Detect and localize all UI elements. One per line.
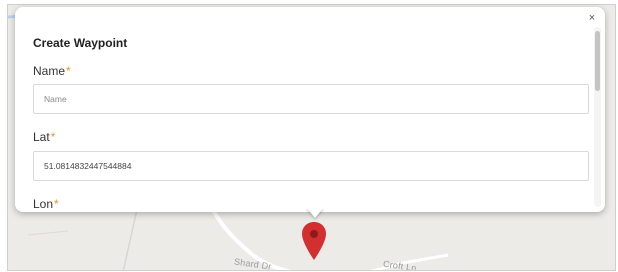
- popup-pointer: [306, 207, 324, 218]
- required-asterisk: *: [50, 130, 56, 144]
- name-input[interactable]: [33, 84, 589, 114]
- lat-input[interactable]: [33, 151, 589, 181]
- required-asterisk: *: [66, 64, 71, 78]
- scrollbar-thumb[interactable]: [595, 31, 600, 91]
- lon-label-text: Lon: [33, 197, 54, 211]
- create-waypoint-popup: × Create Waypoint Name* Lat* Lon*: [15, 7, 605, 212]
- required-asterisk: *: [54, 197, 59, 211]
- name-label: Name*: [33, 64, 71, 78]
- close-icon[interactable]: ×: [585, 11, 599, 25]
- popup-scrollbar[interactable]: [594, 27, 601, 207]
- name-label-text: Name: [33, 64, 66, 78]
- map-pin-icon[interactable]: [301, 221, 327, 261]
- lat-label-text: Lat: [33, 130, 50, 144]
- lat-label: Lat*: [33, 130, 55, 144]
- lon-label: Lon*: [33, 197, 59, 211]
- popup-title: Create Waypoint: [33, 36, 128, 50]
